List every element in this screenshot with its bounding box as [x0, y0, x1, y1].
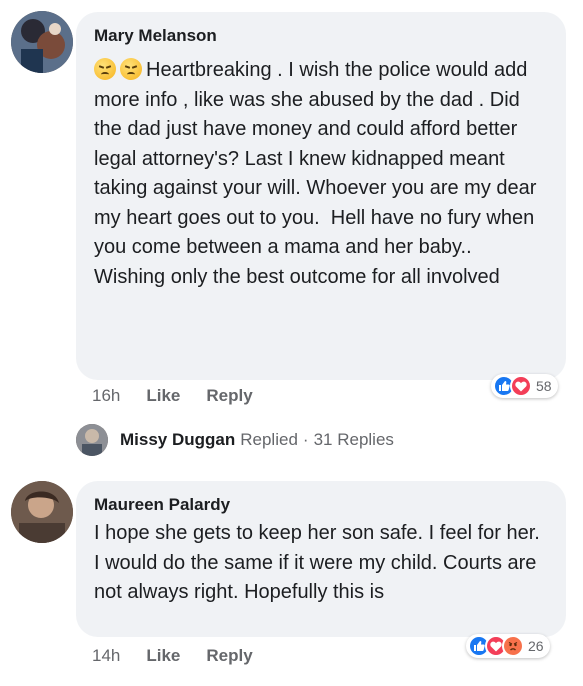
reply-button[interactable]: Reply	[206, 386, 252, 406]
avatar[interactable]	[11, 11, 73, 73]
comment-actions: 14h Like Reply	[92, 646, 253, 666]
persevering-face-emoji-icon	[120, 58, 142, 80]
reply-author[interactable]: Missy Duggan	[120, 430, 235, 450]
replied-label: Replied	[240, 430, 298, 449]
comment-text-body: Heartbreaking . I wish the police would …	[94, 59, 537, 288]
love-reaction-icon	[510, 375, 532, 397]
comment-author[interactable]: Maureen Palardy	[94, 495, 550, 515]
view-replies-link[interactable]: Missy Duggan Replied · 31 Replies	[76, 424, 394, 456]
avatar[interactable]	[11, 481, 73, 543]
reaction-summary[interactable]: 58	[491, 374, 558, 398]
comment-actions: 16h Like Reply	[92, 386, 253, 406]
reaction-count: 58	[536, 378, 552, 394]
comment-text: Heartbreaking . I wish the police would …	[94, 56, 550, 292]
separator: ·	[302, 430, 309, 449]
replies-count[interactable]: 31 Replies	[314, 430, 394, 450]
angry-reaction-icon	[502, 635, 524, 657]
persevering-face-emoji-icon	[94, 58, 116, 80]
comment-bubble: Maureen Palardy I hope she gets to keep …	[76, 481, 566, 637]
reaction-count: 26	[528, 638, 544, 654]
reaction-summary[interactable]: 26	[466, 634, 550, 658]
comment-author[interactable]: Mary Melanson	[94, 26, 550, 46]
reply-avatar	[76, 424, 108, 456]
like-button[interactable]: Like	[146, 386, 180, 406]
like-button[interactable]: Like	[146, 646, 180, 666]
reply-button[interactable]: Reply	[206, 646, 252, 666]
comment-text: I hope she gets to keep her son safe. I …	[94, 522, 546, 603]
timestamp[interactable]: 16h	[92, 386, 120, 406]
timestamp[interactable]: 14h	[92, 646, 120, 666]
comment-bubble: Mary Melanson Heartbreaking . I wish the…	[76, 12, 566, 380]
